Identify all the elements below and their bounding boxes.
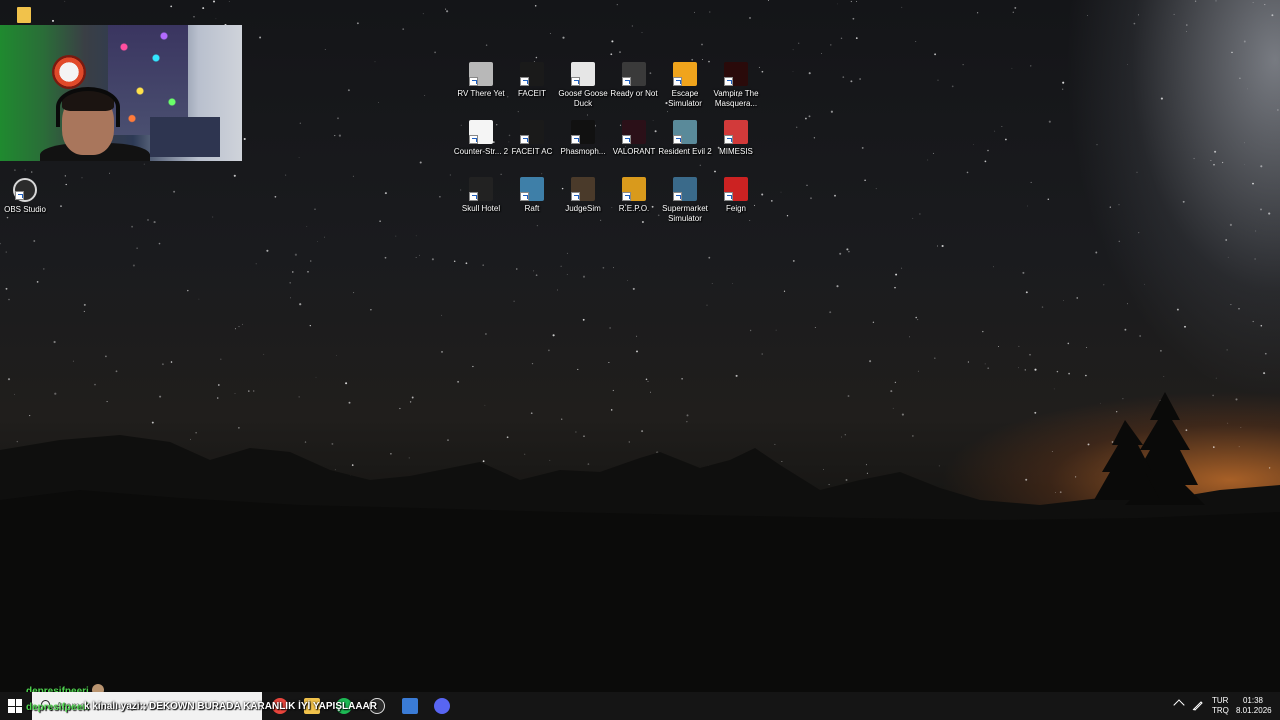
desktop-icon-ready-or-not[interactable]: Ready or Not	[609, 62, 659, 99]
headset	[56, 87, 120, 127]
desktop-icon-label: MIMESIS	[719, 146, 753, 156]
shortcut-arrow-icon	[571, 192, 580, 201]
chat-message: k kinalı yazi:: DEKOWN BURADA KARANLIK İ…	[84, 701, 377, 712]
resident-evil-icon	[673, 119, 697, 144]
desktop-icon-resident-evil[interactable]: Resident Evil 2	[658, 119, 712, 157]
bed	[150, 117, 220, 157]
shortcut-arrow-icon	[520, 134, 529, 144]
desktop-icon-faceit[interactable]: FACEIT	[507, 62, 557, 99]
windows-start-icon[interactable]	[8, 699, 22, 713]
shortcut-arrow-icon	[673, 77, 682, 86]
channel-logo	[52, 55, 86, 89]
desktop-icon-feign[interactable]: Feign	[711, 177, 761, 214]
desktop-icon-goose-goose-duck[interactable]: Goose Goose Duck	[558, 62, 608, 109]
faceit-ac-icon	[520, 119, 544, 144]
obs-studio-icon	[13, 178, 37, 202]
desktop-icon-mimesis[interactable]: MIMESIS	[711, 119, 761, 157]
desktop-icon-rv-there-yet[interactable]: RV There Yet	[456, 62, 506, 99]
goose-goose-duck-icon	[571, 62, 595, 86]
shortcut-arrow-icon	[469, 134, 478, 144]
desktop-icon-faceit-ac[interactable]: FACEIT AC	[507, 119, 557, 157]
shortcut-arrow-icon	[520, 77, 529, 86]
shortcut-arrow-icon	[622, 192, 631, 201]
shortcut-arrow-icon	[15, 191, 24, 200]
shortcut-arrow-icon	[469, 192, 478, 201]
mimesis-icon	[724, 119, 748, 144]
discord-icon[interactable]	[434, 698, 450, 714]
feign-icon	[724, 177, 748, 201]
chat-username-2: depresifpeeri	[26, 702, 89, 713]
desktop-icon-vampire[interactable]: Vampire The Masquera...	[711, 62, 761, 109]
repo-icon	[622, 177, 646, 201]
desktop-icon-phasmophobia[interactable]: Phasmoph...	[558, 119, 608, 157]
app-diamond-icon[interactable]	[402, 698, 418, 714]
clock-date: 8.01.2026	[1236, 706, 1272, 715]
folder-icon[interactable]	[17, 7, 31, 23]
shortcut-arrow-icon	[622, 134, 631, 144]
pen-icon[interactable]	[1192, 699, 1204, 711]
counter-strike-icon	[469, 119, 493, 144]
shortcut-arrow-icon	[724, 192, 733, 201]
desktop-icon-obs-studio[interactable]: OBS Studio	[0, 178, 50, 215]
desktop-icon-label: OBS Studio	[4, 205, 46, 214]
shortcut-arrow-icon	[724, 77, 733, 86]
shortcut-arrow-icon	[520, 192, 529, 201]
escape-simulator-icon	[673, 62, 697, 86]
desktop-icon-judgesim[interactable]: JudgeSim	[558, 177, 608, 214]
valorant-icon	[622, 119, 646, 144]
desktop-icon-valorant[interactable]: VALORANT	[609, 119, 659, 157]
tray-chevron-up-icon[interactable]	[1173, 699, 1185, 711]
desktop-icon-label: Vampire The Masquera...	[713, 89, 759, 108]
language-code: TUR	[1212, 696, 1229, 705]
clock-time: 01:38	[1242, 696, 1264, 705]
supermarket-icon	[673, 177, 697, 201]
desktop-icon-label: Feign	[725, 204, 746, 213]
mountain-silhouette	[0, 392, 1280, 692]
desktop-icon-raft[interactable]: Raft	[507, 177, 557, 214]
keyboard-layout: TRQ	[1212, 706, 1229, 715]
desktop-icon-supermarket[interactable]: Supermarket Simulator	[660, 177, 710, 224]
raft-icon	[520, 177, 544, 201]
shortcut-arrow-icon	[571, 134, 580, 144]
shortcut-arrow-icon	[673, 192, 682, 201]
skull-hotel-icon	[469, 177, 493, 201]
vampire-icon	[724, 62, 748, 86]
shortcut-arrow-icon	[571, 77, 580, 86]
webcam-overlay	[0, 25, 242, 161]
faceit-icon	[520, 62, 544, 86]
desktop-icon-escape-simulator[interactable]: Escape Simulator	[660, 62, 710, 109]
desktop-icon-repo[interactable]: R.E.P.O.	[609, 177, 659, 214]
shortcut-arrow-icon	[622, 77, 631, 86]
shortcut-arrow-icon	[724, 134, 733, 144]
phasmophobia-icon	[571, 119, 595, 144]
shortcut-arrow-icon	[673, 134, 682, 144]
rv-there-yet-icon	[469, 62, 493, 86]
desktop-icon-counter-strike[interactable]: Counter-Str... 2	[454, 119, 508, 157]
shortcut-arrow-icon	[469, 77, 478, 86]
ready-or-not-icon	[622, 62, 646, 86]
taskbar-clock[interactable]: 01:38 8.01.2026	[1236, 696, 1272, 716]
judgesim-icon	[571, 177, 595, 201]
desktop-icon-skull-hotel[interactable]: Skull Hotel	[456, 177, 506, 214]
language-indicator[interactable]: TUR TRQ	[1212, 696, 1229, 716]
